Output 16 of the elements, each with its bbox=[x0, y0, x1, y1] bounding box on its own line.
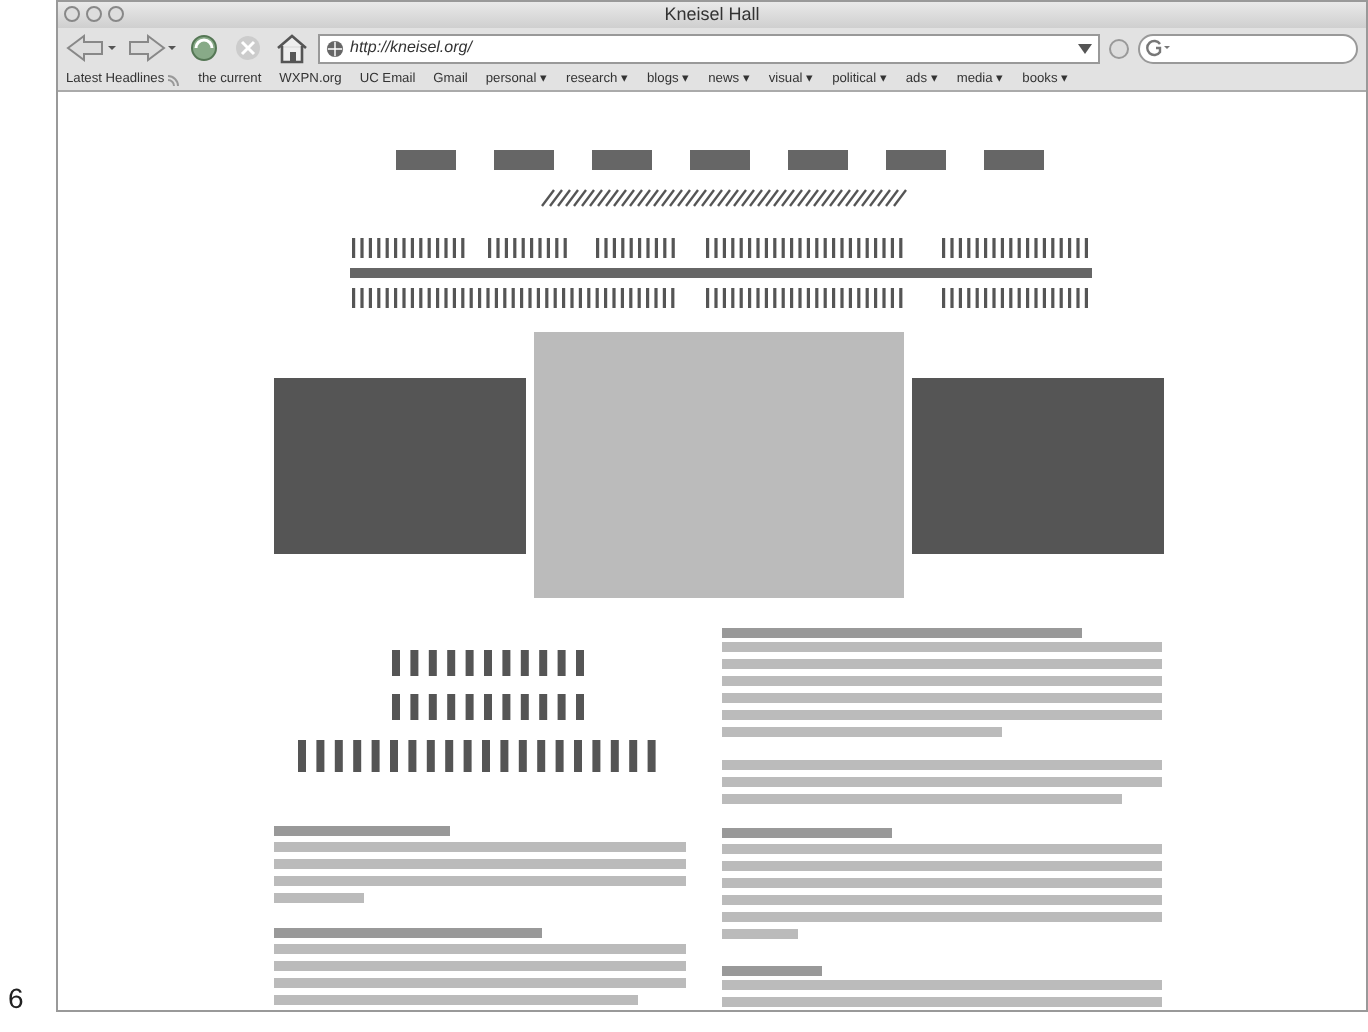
close-button[interactable] bbox=[64, 6, 80, 23]
feed-icon bbox=[168, 74, 181, 87]
reload-button[interactable] bbox=[186, 32, 222, 65]
zoom-button[interactable] bbox=[108, 6, 124, 23]
dropdown-icon[interactable] bbox=[1078, 43, 1092, 54]
minimize-button[interactable] bbox=[86, 6, 102, 23]
home-button[interactable] bbox=[274, 32, 310, 65]
back-button[interactable] bbox=[66, 32, 118, 65]
search-field[interactable] bbox=[1138, 33, 1358, 64]
forward-button[interactable] bbox=[126, 32, 178, 65]
window-title: Kneisel Hall bbox=[664, 3, 760, 24]
address-field[interactable]: http://kneisel.org/ bbox=[318, 33, 1100, 64]
globe-icon bbox=[326, 39, 344, 58]
search-engine-icon[interactable] bbox=[1146, 38, 1170, 59]
page-number: 6 bbox=[8, 980, 24, 1018]
go-button[interactable] bbox=[1108, 37, 1130, 60]
